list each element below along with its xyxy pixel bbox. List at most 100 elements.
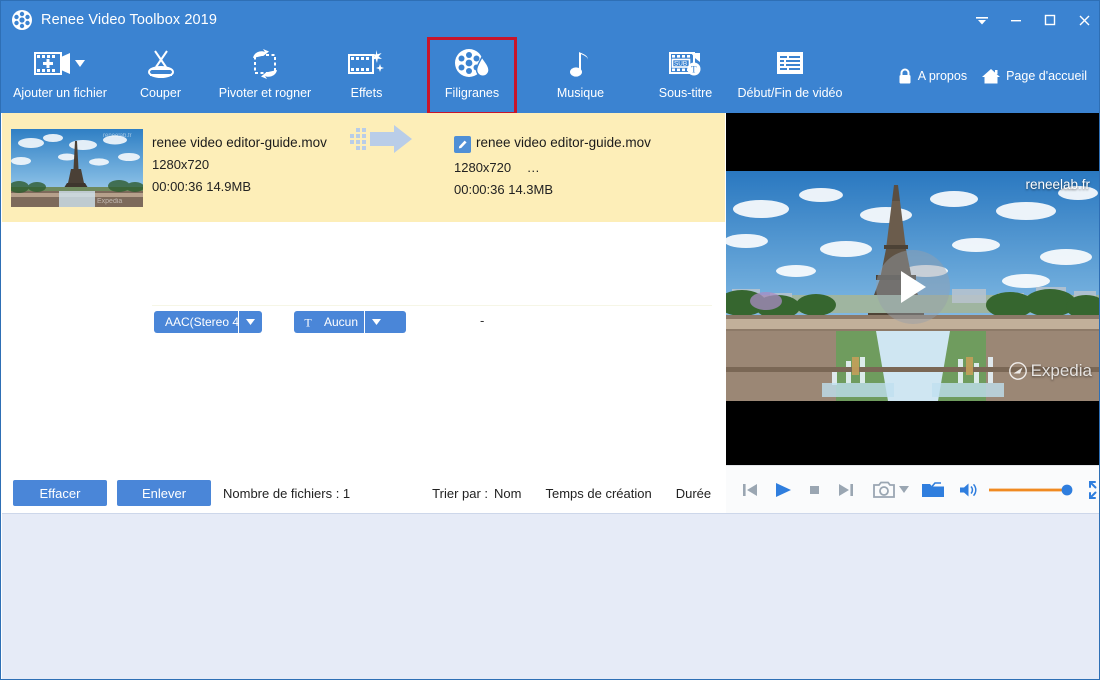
target-resolution: 1280x720	[454, 160, 511, 175]
toolbar-label: Couper	[140, 86, 181, 100]
toolbar-item-rotate-crop[interactable]: Pivoter et rogner	[202, 39, 328, 113]
app-window: Renee Video Toolbox 2019	[0, 0, 1100, 680]
svg-text:Expedia: Expedia	[97, 198, 122, 205]
next-button[interactable]	[836, 480, 856, 500]
close-icon	[1077, 13, 1092, 28]
menu-dropdown-button[interactable]	[965, 1, 999, 39]
play-overlay-button[interactable]	[876, 250, 950, 324]
watermark-icon	[452, 46, 492, 82]
row-divider	[152, 305, 712, 306]
file-count-label: Nombre de fichiers : 1	[223, 486, 350, 501]
clear-button[interactable]: Effacer	[13, 480, 107, 506]
snapshot-button[interactable]	[872, 480, 896, 500]
target-file-name-line: renee video editor-guide.mov	[454, 135, 651, 153]
play-triangle-icon	[896, 268, 930, 306]
subtitle-track-value: Aucun	[324, 315, 358, 329]
lock-icon	[897, 68, 913, 85]
svg-text:reneelab.fr: reneelab.fr	[103, 133, 132, 139]
film-reel-icon	[11, 9, 33, 31]
source-file-info: renee video editor-guide.mov 1280x720 00…	[152, 135, 327, 194]
window-controls	[965, 1, 1100, 39]
main-toolbar: Ajouter un fichier Couper	[1, 39, 1100, 113]
player-controls	[726, 465, 1100, 513]
audio-track-value: AAC(Stereo 4	[165, 315, 238, 329]
svg-text:T: T	[691, 64, 697, 74]
target-more-icon[interactable]: …	[527, 160, 540, 175]
subtitle-track-value-wrap: T Aucun	[294, 315, 364, 329]
sort-option-name[interactable]: Nom	[494, 486, 521, 501]
subtitle-icon: SUB T	[667, 46, 705, 82]
settings-panel: Fusionner tous les fichiers en un seul A…	[2, 513, 1100, 680]
toolbar-item-effects[interactable]: Effets	[328, 39, 405, 113]
target-file-info: renee video editor-guide.mov 1280x720 … …	[454, 135, 651, 197]
caret-down-icon	[372, 319, 381, 325]
home-icon	[981, 67, 1001, 85]
toolbar-label: Effets	[351, 86, 383, 100]
effects-icon	[347, 46, 387, 82]
minimize-icon	[1009, 13, 1023, 27]
audio-track-dropdown[interactable]	[238, 311, 262, 333]
minimize-button[interactable]	[999, 1, 1033, 39]
volume-slider[interactable]	[989, 482, 1075, 498]
play-icon	[772, 480, 794, 500]
pencil-edit-icon[interactable]	[454, 136, 471, 153]
toolbar-item-music[interactable]: Musique	[534, 39, 627, 113]
about-label: A propos	[918, 69, 967, 83]
sort-by-label: Trier par :	[432, 486, 488, 501]
sort-option-creation-time[interactable]: Temps de création	[545, 486, 651, 501]
file-list[interactable]: reneelab.fr Expedia renee video editor-g…	[2, 113, 725, 473]
toolbar-item-watermark[interactable]: Filigranes	[429, 39, 515, 113]
toolbar-label: Pivoter et rogner	[219, 86, 311, 100]
stop-button[interactable]	[806, 481, 824, 499]
about-link[interactable]: A propos	[893, 68, 971, 85]
skip-previous-icon	[740, 480, 760, 500]
target-duration-size: 00:00:36 14.3MB	[454, 182, 651, 197]
text-t-icon: T	[304, 316, 315, 328]
toolbar-label: Ajouter un fichier	[13, 86, 107, 100]
open-folder-button[interactable]	[921, 480, 945, 500]
maximize-icon	[1043, 13, 1057, 27]
target-resolution-line: 1280x720 …	[454, 160, 651, 175]
audio-track-selector[interactable]: AAC(Stereo 4	[154, 311, 262, 333]
audio-track-value-wrap: AAC(Stereo 4	[154, 315, 238, 329]
source-resolution: 1280x720	[152, 157, 327, 172]
table-row[interactable]: reneelab.fr Expedia renee video editor-g…	[2, 113, 725, 223]
homepage-label: Page d'accueil	[1006, 69, 1087, 83]
target-file-name: renee video editor-guide.mov	[476, 135, 651, 150]
snapshot-dropdown[interactable]	[899, 486, 909, 493]
expedia-logo-icon	[1009, 362, 1027, 380]
remove-button[interactable]: Enlever	[117, 480, 211, 506]
toolbar-item-intro-outro[interactable]: Début/Fin de vidéo	[715, 39, 865, 113]
toolbar-item-cut[interactable]: Couper	[119, 39, 202, 113]
sort-option-duration[interactable]: Durée	[676, 486, 711, 501]
toolbar-label: Filigranes	[445, 86, 499, 100]
rotate-crop-icon	[247, 46, 283, 82]
fullscreen-button[interactable]	[1087, 479, 1100, 501]
folder-icon	[921, 480, 945, 500]
file-list-footer: Effacer Enlever Nombre de fichiers : 1 T…	[2, 473, 725, 513]
speaker-icon	[959, 481, 979, 499]
video-thumbnail: reneelab.fr Expedia	[11, 129, 143, 207]
music-note-icon	[568, 46, 594, 82]
homepage-link[interactable]: Page d'accueil	[977, 67, 1091, 85]
expedia-watermark: Expedia	[1009, 361, 1092, 381]
toolbar-item-add-file[interactable]: Ajouter un fichier	[1, 39, 119, 113]
close-button[interactable]	[1067, 1, 1100, 39]
skip-next-icon	[836, 480, 856, 500]
video-preview[interactable]: reneelab.fr Expedia	[726, 113, 1100, 465]
add-file-icon	[32, 46, 88, 82]
camera-icon	[872, 480, 896, 500]
previous-button[interactable]	[740, 480, 760, 500]
subtitle-track-selector[interactable]: T Aucun	[294, 311, 406, 333]
caret-down-icon	[899, 486, 909, 493]
volume-button[interactable]	[959, 481, 979, 499]
toolbar-label: Début/Fin de vidéo	[738, 86, 843, 100]
subtitle-track-dropdown[interactable]	[364, 311, 388, 333]
play-button[interactable]	[772, 480, 794, 500]
scissors-icon	[143, 46, 179, 82]
maximize-button[interactable]	[1033, 1, 1067, 39]
svg-text:SUB: SUB	[674, 61, 687, 68]
toolbar-label: Sous-titre	[659, 86, 713, 100]
window-title: Renee Video Toolbox 2019	[41, 12, 217, 28]
caret-down-icon	[246, 319, 255, 325]
